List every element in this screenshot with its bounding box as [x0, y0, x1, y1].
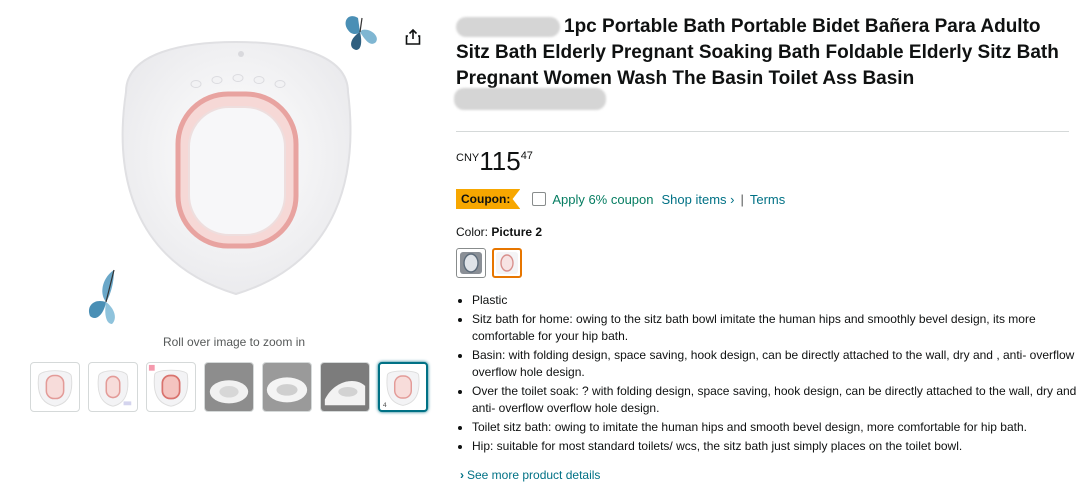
redacted-subtext	[454, 88, 606, 110]
butterfly-decoration-bottom	[88, 269, 115, 324]
price-fraction: 47	[520, 150, 533, 162]
coupon-badge: Coupon:	[456, 189, 521, 209]
thumbnail-5[interactable]	[262, 362, 312, 412]
price-whole: 115	[479, 146, 521, 176]
feature-bullet: Basin: with folding design, space saving…	[472, 347, 1080, 381]
redacted-brand	[456, 16, 560, 37]
swatch-picture-1[interactable]	[456, 248, 486, 278]
see-more-details-link[interactable]: › See more product details	[460, 468, 600, 482]
svg-text:4: 4	[383, 401, 387, 409]
feature-bullet: Hip: suitable for most standard toilets/…	[472, 438, 1080, 455]
color-selection: Color: Picture 2	[456, 225, 542, 239]
thumbnail-3[interactable]	[146, 362, 196, 412]
section-divider	[456, 131, 1069, 132]
thumbnail-image	[263, 363, 311, 411]
zoom-hint: Roll over image to zoom in	[162, 335, 306, 349]
thumbnail-strip: 4	[30, 362, 428, 412]
thumbnail-image	[205, 363, 253, 411]
see-more-label: See more product details	[467, 468, 601, 482]
thumbnail-image	[37, 370, 73, 407]
thumbnail-image	[148, 364, 189, 407]
thumbnail-4[interactable]	[204, 362, 254, 412]
feature-bullets: Plastic Sitz bath for home: owing to the…	[456, 292, 1080, 457]
thumbnail-7-selected[interactable]: 4	[378, 362, 428, 412]
thumbnail-image	[97, 370, 132, 407]
coupon-row: Coupon: Apply 6% coupon Shop items › | T…	[456, 189, 785, 209]
swatch-image	[460, 252, 482, 274]
feature-bullet: Over the toilet soak: ? with folding des…	[472, 383, 1080, 417]
price-currency: CNY	[456, 152, 480, 164]
thumbnail-image: 4	[383, 370, 420, 409]
feature-bullet: Sitz bath for home: owing to the sitz ba…	[472, 311, 1080, 345]
share-icon[interactable]	[404, 28, 422, 46]
shop-items-link[interactable]: Shop items ›	[662, 192, 735, 207]
coupon-checkbox[interactable]	[532, 192, 547, 206]
price: CNY11547	[456, 146, 533, 177]
thumbnail-2[interactable]	[88, 362, 138, 412]
color-label: Color:	[456, 225, 489, 239]
feature-bullet: Plastic	[472, 292, 1080, 309]
coupon-separator: |	[740, 191, 744, 207]
swatch-image	[496, 252, 518, 274]
product-title: 1pc Portable Bath Portable Bidet Bañera …	[454, 14, 1071, 110]
swatch-picture-2[interactable]	[492, 248, 522, 278]
terms-link[interactable]: Terms	[750, 192, 785, 207]
color-value: Picture 2	[491, 225, 543, 239]
product-details: 1pc Portable Bath Portable Bidet Bañera …	[454, 14, 1071, 110]
feature-bullet: Toilet sitz bath: owing to imitate the h…	[472, 419, 1080, 436]
chevron-right-icon: ›	[460, 468, 464, 482]
thumbnail-6[interactable]	[320, 362, 370, 412]
main-product-image[interactable]	[86, 12, 396, 332]
butterfly-decoration-top	[345, 16, 377, 50]
thumbnail-1[interactable]	[30, 362, 80, 412]
color-swatches	[456, 248, 522, 278]
thumbnail-image	[321, 363, 369, 411]
apply-coupon-label[interactable]: Apply 6% coupon	[552, 192, 653, 207]
